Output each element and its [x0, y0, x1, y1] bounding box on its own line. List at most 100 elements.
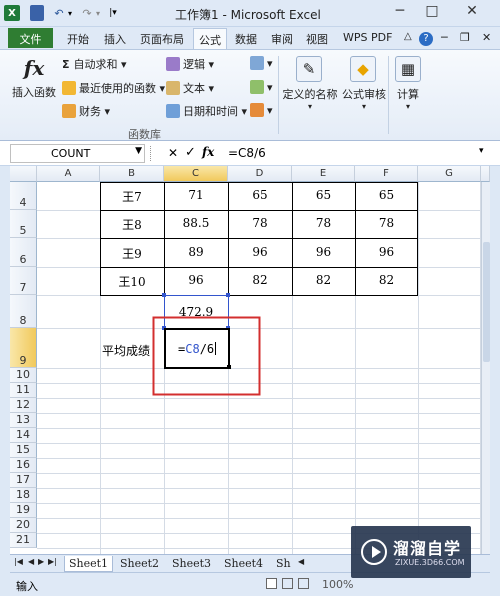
text-cursor [215, 342, 217, 355]
scroll-thumb[interactable] [483, 242, 490, 362]
redo-dropdown-icon[interactable]: ▾ [94, 5, 102, 21]
defined-names-label: 定义的名称 [282, 88, 338, 101]
insert-function-button[interactable]: fx 插入函数 [10, 56, 58, 100]
name-box[interactable]: COUNT ▼ [10, 144, 145, 163]
fx-icon: fx [23, 56, 45, 80]
cell-e6[interactable]: 96 [292, 245, 355, 259]
datetime-button[interactable]: 日期和时间 ▾ [166, 103, 247, 119]
undo-icon[interactable]: ↶ [52, 5, 66, 21]
normal-view-icon[interactable] [266, 578, 277, 589]
calculation-button[interactable]: ▦ 计算 ▾ [392, 56, 424, 111]
hscroll-left-icon[interactable]: ◀ [294, 556, 308, 572]
cell-c6[interactable]: 89 [164, 245, 228, 259]
help-icon[interactable]: ? [414, 28, 438, 49]
cell-c8[interactable]: 472.9 [164, 305, 228, 319]
customize-qat-icon[interactable]: |▾ [108, 5, 118, 21]
sigma-icon: Σ [62, 58, 70, 71]
tab-home[interactable]: 开始 [62, 28, 94, 49]
tab-insert[interactable]: 插入 [99, 28, 131, 49]
star-icon [62, 81, 76, 95]
zoom-level[interactable]: 100% [322, 578, 353, 591]
worksheet-grid[interactable]: A B C D E F G 4 5 6 7 8 9 10 11 12 13 14… [10, 166, 490, 554]
formula-input[interactable]: =C8/6 [228, 146, 266, 160]
cell-c5[interactable]: 88.5 [164, 216, 228, 230]
cell-c9-editing[interactable]: =C8/6 [178, 342, 228, 356]
autosum-button[interactable]: Σ 自动求和 ▾ [62, 56, 127, 72]
cell-f7[interactable]: 82 [355, 273, 418, 287]
cell-b9[interactable]: 平均成绩 [102, 342, 166, 359]
sheet-tab-4[interactable]: Sheet4 [220, 556, 267, 572]
name-box-dropdown-icon[interactable]: ▼ [135, 146, 142, 156]
cell-e5[interactable]: 78 [292, 216, 355, 230]
minimize-button[interactable]: ─ [388, 3, 412, 23]
datetime-label: 日期和时间 [183, 105, 238, 118]
vertical-scrollbar[interactable] [481, 182, 490, 554]
function-library-group-label: 函数库 [128, 128, 161, 141]
page-layout-view-icon[interactable] [282, 578, 293, 589]
cell-f4[interactable]: 65 [355, 188, 418, 202]
math-icon [250, 80, 264, 94]
finance-label: 财务 [79, 105, 101, 118]
vertical-scrollbar-top[interactable] [481, 166, 490, 182]
math-button[interactable]: ▾ [250, 80, 273, 94]
text-button[interactable]: 文本 ▾ [166, 80, 214, 96]
logic-label: 逻辑 [183, 58, 205, 71]
save-icon[interactable] [30, 5, 44, 21]
cell-e7[interactable]: 82 [292, 273, 355, 287]
cancel-icon[interactable]: ✕ [168, 146, 178, 160]
cell-d6[interactable]: 96 [228, 245, 292, 259]
cell-b5[interactable]: 王8 [100, 216, 164, 233]
cell-f5[interactable]: 78 [355, 216, 418, 230]
ribbon-close-icon[interactable]: ✕ [477, 28, 496, 49]
cell-f6[interactable]: 96 [355, 245, 418, 259]
maximize-button[interactable]: □ [420, 3, 444, 23]
last-sheet-icon[interactable]: ▶| [44, 556, 61, 572]
cell-e4[interactable]: 65 [292, 188, 355, 202]
excel-logo-icon: X [4, 5, 20, 21]
tab-formulas[interactable]: 公式 [193, 28, 227, 49]
ribbon-restore-icon[interactable]: ❐ [455, 28, 475, 49]
formula-bar: COUNT ▼ ✕ ✓ fx =C8/6 ▾ [0, 141, 500, 166]
tab-view[interactable]: 视图 [301, 28, 333, 49]
ribbon-minimize-icon[interactable]: ─ [436, 28, 453, 49]
sheet-tab-5[interactable]: Sh [272, 556, 295, 572]
sheet-tab-3[interactable]: Sheet3 [168, 556, 215, 572]
expand-formula-bar-icon[interactable]: ▾ [479, 146, 484, 156]
cell-c4[interactable]: 71 [164, 188, 228, 202]
sheet-tab-1[interactable]: Sheet1 [64, 556, 114, 572]
undo-dropdown-icon[interactable]: ▾ [66, 5, 74, 21]
more-functions-icon [250, 103, 264, 117]
cell-c7[interactable]: 96 [164, 273, 228, 287]
tab-page-layout[interactable]: 页面布局 [135, 28, 189, 49]
cell-d4[interactable]: 65 [228, 188, 292, 202]
lookup-button[interactable]: ▾ [250, 56, 273, 70]
calendar-icon [166, 104, 180, 118]
more-functions-button[interactable]: ▾ [250, 103, 273, 117]
cell-d5[interactable]: 78 [228, 216, 292, 230]
audit-label: 公式审核 [342, 88, 386, 101]
defined-names-button[interactable]: ✎ 定义的名称 ▾ [282, 56, 338, 111]
cell-b7[interactable]: 王10 [100, 273, 164, 290]
cell-b4[interactable]: 王7 [100, 188, 164, 205]
redo-icon[interactable]: ↷ [80, 5, 94, 21]
cell-d7[interactable]: 82 [228, 273, 292, 287]
close-button[interactable]: ✕ [460, 3, 484, 23]
cell-b6[interactable]: 王9 [100, 245, 164, 262]
name-box-value: COUNT [51, 147, 91, 160]
autosum-label: 自动求和 [73, 58, 118, 71]
page-break-view-icon[interactable] [298, 578, 309, 589]
tab-data[interactable]: 数据 [230, 28, 262, 49]
fx-button[interactable]: fx [202, 145, 214, 159]
sheet-tab-2[interactable]: Sheet2 [116, 556, 163, 572]
logic-button[interactable]: 逻辑 ▾ [166, 56, 214, 72]
text-label: 文本 [183, 82, 205, 95]
enter-icon[interactable]: ✓ [185, 145, 196, 160]
finance-button[interactable]: 财务 ▾ [62, 103, 110, 119]
recent-functions-button[interactable]: 最近使用的函数 ▾ [62, 80, 165, 96]
formula-audit-button[interactable]: ◆ 公式审核 ▾ [342, 56, 386, 111]
status-mode: 输入 [16, 580, 38, 593]
finance-icon [62, 104, 76, 118]
tab-review[interactable]: 审阅 [266, 28, 298, 49]
tab-wps-pdf[interactable]: WPS PDF [338, 28, 397, 49]
tab-file[interactable]: 文件 [8, 28, 53, 48]
